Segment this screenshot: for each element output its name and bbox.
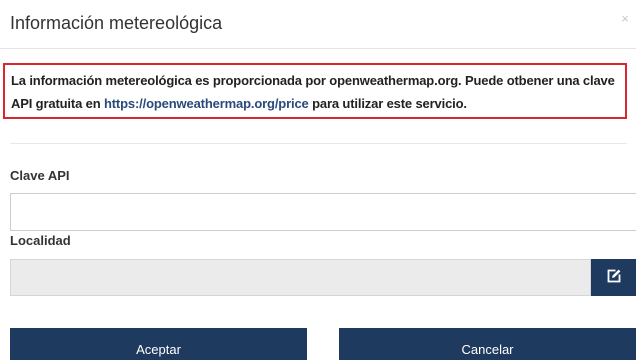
section-divider [10, 143, 627, 144]
accept-button[interactable]: Aceptar [10, 328, 307, 360]
location-input[interactable] [10, 259, 591, 296]
edit-location-button[interactable] [591, 259, 636, 296]
api-key-input[interactable] [10, 193, 636, 231]
cancel-button[interactable]: Cancelar [339, 328, 636, 360]
dialog-header: Información metereológica × [0, 0, 636, 49]
api-info-notice: La información metereológica es proporci… [3, 63, 627, 119]
location-label: Localidad [10, 233, 71, 248]
notice-text-after: para utilizar este servicio. [308, 96, 467, 111]
weather-info-dialog: Información metereológica × La informaci… [0, 0, 636, 360]
api-key-label: Clave API [10, 168, 70, 183]
edit-icon [606, 268, 622, 287]
close-icon[interactable]: × [618, 11, 632, 27]
openweathermap-price-link[interactable]: https://openweathermap.org/price [104, 96, 309, 111]
dialog-title: Información metereológica [10, 13, 223, 33]
